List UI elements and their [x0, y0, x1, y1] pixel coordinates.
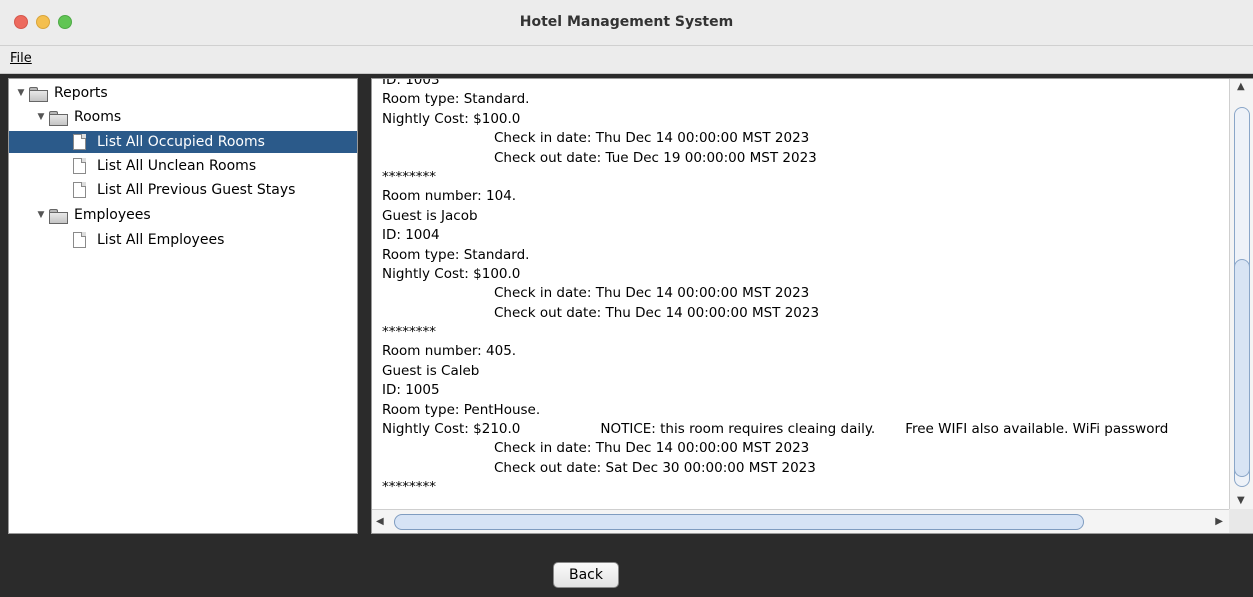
- report-line: Guest is Caleb: [382, 362, 480, 379]
- menu-bar: File: [0, 46, 1253, 74]
- report-line: Guest is Jacob: [382, 207, 478, 224]
- vertical-scroll-thumb[interactable]: [1234, 259, 1250, 477]
- tree-node-rooms[interactable]: ▼ Rooms: [35, 106, 125, 128]
- tree-item-label: List All Employees: [97, 232, 225, 248]
- report-line-group: Check out date: Thu Dec 14 00:00:00 MST …: [382, 304, 1168, 323]
- report-checkout: Check out date: Sat Dec 30 00:00:00 MST …: [494, 459, 816, 476]
- window-title: Hotel Management System: [519, 14, 734, 30]
- report-cost: Nightly Cost: $210.0: [382, 421, 521, 438]
- back-button[interactable]: Back: [553, 562, 619, 588]
- report-line-group: Nightly Cost: $210.0 NOTICE: this room re…: [382, 420, 1168, 439]
- scroll-up-arrow-icon[interactable]: ▲: [1237, 81, 1245, 92]
- report-line: Room number: 405.: [382, 343, 517, 360]
- file-menu-label: File: [10, 51, 32, 66]
- report-checkout: Check out date: Tue Dec 19 00:00:00 MST …: [494, 149, 817, 166]
- report-text-area[interactable]: ID: 1003 Room type: Standard. Nightly Co…: [372, 79, 1229, 511]
- report-checkin: Check in date: Thu Dec 14 00:00:00 MST 2…: [494, 130, 810, 147]
- report-line: Nightly Cost: $100.0: [382, 265, 521, 282]
- file-menu[interactable]: File: [10, 51, 32, 66]
- report-tree: ▼ Reports ▼ Rooms List All Occupied Room…: [8, 78, 358, 534]
- report-line-group: Check in date: Thu Dec 14 00:00:00 MST 2…: [382, 439, 1168, 458]
- scroll-right-arrow-icon[interactable]: ▶: [1215, 516, 1223, 527]
- scroll-down-arrow-icon[interactable]: ▼: [1237, 495, 1245, 506]
- report-line-group: Check out date: Tue Dec 19 00:00:00 MST …: [382, 149, 1168, 168]
- report-line: ID: 1003: [382, 79, 440, 88]
- report-line-group: Check in date: Thu Dec 14 00:00:00 MST 2…: [382, 284, 1168, 303]
- horizontal-scroll-thumb[interactable]: [394, 514, 1084, 530]
- tree-item-label: List All Occupied Rooms: [97, 134, 265, 150]
- document-icon: [73, 232, 86, 248]
- title-bar: Hotel Management System: [0, 0, 1253, 46]
- tree-item-list-all-unclean-rooms[interactable]: List All Unclean Rooms: [73, 155, 260, 177]
- vertical-scrollbar[interactable]: ▲ ▼: [1229, 79, 1253, 511]
- report-line: Room type: Standard.: [382, 91, 530, 108]
- document-icon: [73, 134, 86, 150]
- tree-node-employees[interactable]: ▼ Employees: [35, 204, 155, 226]
- tree-item-list-all-occupied-rooms[interactable]: List All Occupied Rooms: [9, 131, 357, 153]
- tree-item-list-all-previous-guest-stays[interactable]: List All Previous Guest Stays: [73, 179, 299, 201]
- tree-item-list-all-employees[interactable]: List All Employees: [73, 229, 228, 251]
- tree-node-label: Employees: [74, 207, 151, 223]
- folder-icon: [49, 110, 68, 126]
- report-notice: NOTICE: this room requires cleaing daily…: [600, 421, 876, 438]
- scrollbar-corner: [1229, 509, 1253, 533]
- report-checkin: Check in date: Thu Dec 14 00:00:00 MST 2…: [494, 285, 810, 302]
- document-icon: [73, 158, 86, 174]
- report-line-group: Check out date: Sat Dec 30 00:00:00 MST …: [382, 459, 1168, 478]
- report-line: Room number: 104.: [382, 188, 517, 205]
- document-icon: [73, 182, 86, 198]
- report-line: Nightly Cost: $100.0: [382, 110, 521, 127]
- tree-node-label: Reports: [54, 85, 108, 101]
- tree-item-label: List All Previous Guest Stays: [97, 182, 296, 198]
- tree-node-label: Rooms: [74, 109, 122, 125]
- report-separator: ********: [382, 168, 436, 185]
- horizontal-scrollbar[interactable]: ◀ ▶: [372, 509, 1229, 533]
- report-line: ID: 1005: [382, 382, 440, 399]
- report-wifi: Free WIFI also available. WiFi password: [905, 421, 1169, 438]
- expand-triangle-icon[interactable]: ▼: [35, 112, 47, 122]
- report-separator: ********: [382, 324, 436, 341]
- folder-icon: [49, 208, 68, 224]
- report-checkout: Check out date: Thu Dec 14 00:00:00 MST …: [494, 304, 820, 321]
- tree-item-label: List All Unclean Rooms: [97, 158, 257, 174]
- report-checkin: Check in date: Thu Dec 14 00:00:00 MST 2…: [494, 440, 810, 457]
- scroll-left-arrow-icon[interactable]: ◀: [376, 516, 384, 527]
- report-separator: ********: [382, 479, 436, 496]
- tree-node-reports[interactable]: ▼ Reports: [15, 82, 112, 104]
- report-line: Room type: Standard.: [382, 246, 530, 263]
- report-line: ID: 1004: [382, 227, 440, 244]
- report-line-group: Check in date: Thu Dec 14 00:00:00 MST 2…: [382, 129, 1168, 148]
- expand-triangle-icon[interactable]: ▼: [35, 210, 47, 220]
- folder-icon: [29, 86, 48, 102]
- report-line: Room type: PentHouse.: [382, 401, 541, 418]
- report-output-panel[interactable]: ID: 1003 Room type: Standard. Nightly Co…: [371, 78, 1253, 534]
- expand-triangle-icon[interactable]: ▼: [15, 88, 27, 98]
